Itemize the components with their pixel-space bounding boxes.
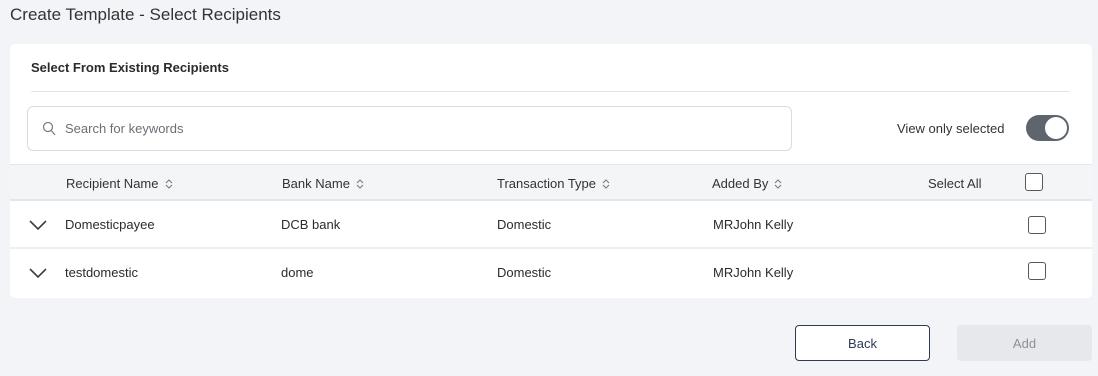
recipient-name-cell: Domesticpayee (65, 217, 155, 232)
transaction-type-cell: Domestic (497, 217, 552, 232)
column-header-label: Transaction Type (497, 176, 596, 191)
chevron-down-icon[interactable] (28, 219, 48, 231)
column-header-added-by[interactable]: Added By (712, 176, 782, 191)
back-button[interactable]: Back (795, 325, 930, 361)
sort-icon (775, 178, 782, 189)
page-title: Create Template - Select Recipients (10, 5, 281, 24)
table-row: testdomestic dome Domestic MRJohn Kelly (10, 249, 1092, 296)
added-by-cell: MRJohn Kelly (713, 265, 794, 280)
added-by-cell: MRJohn Kelly (713, 217, 794, 232)
column-header-label: Added By (712, 176, 769, 191)
recipients-card: Select From Existing Recipients View onl… (10, 44, 1092, 298)
toggle-knob (1045, 117, 1067, 139)
add-button[interactable]: Add (957, 325, 1092, 361)
table-header: Recipient Name Bank Name Transaction Typ… (10, 164, 1092, 201)
sort-icon (165, 178, 172, 189)
recipient-name-cell: testdomestic (65, 265, 138, 280)
card-title: Select From Existing Recipients (31, 60, 229, 75)
search-icon (42, 121, 56, 135)
column-header-transaction-type[interactable]: Transaction Type (497, 176, 610, 191)
search-input[interactable] (65, 121, 745, 136)
bank-name-cell: dome (281, 265, 314, 280)
sort-icon (602, 178, 610, 189)
select-all-label: Select All (928, 176, 982, 191)
select-all-checkbox[interactable] (1025, 173, 1043, 191)
table-row: Domesticpayee DCB bank Domestic MRJohn K… (10, 201, 1092, 248)
column-header-label: Bank Name (282, 176, 350, 191)
row-select-checkbox[interactable] (1028, 216, 1046, 234)
search-box[interactable] (27, 106, 792, 151)
column-header-recipient-name[interactable]: Recipient Name (66, 176, 173, 191)
transaction-type-cell: Domestic (497, 265, 552, 280)
column-header-bank-name[interactable]: Bank Name (282, 176, 364, 191)
card-divider (31, 91, 1070, 92)
row-select-checkbox[interactable] (1028, 262, 1046, 280)
view-only-selected-toggle[interactable] (1026, 115, 1069, 141)
column-header-label: Recipient Name (66, 176, 159, 191)
sort-icon (356, 178, 364, 189)
view-only-selected-label: View only selected (897, 121, 1005, 136)
bank-name-cell: DCB bank (281, 217, 341, 232)
chevron-down-icon[interactable] (28, 267, 48, 279)
